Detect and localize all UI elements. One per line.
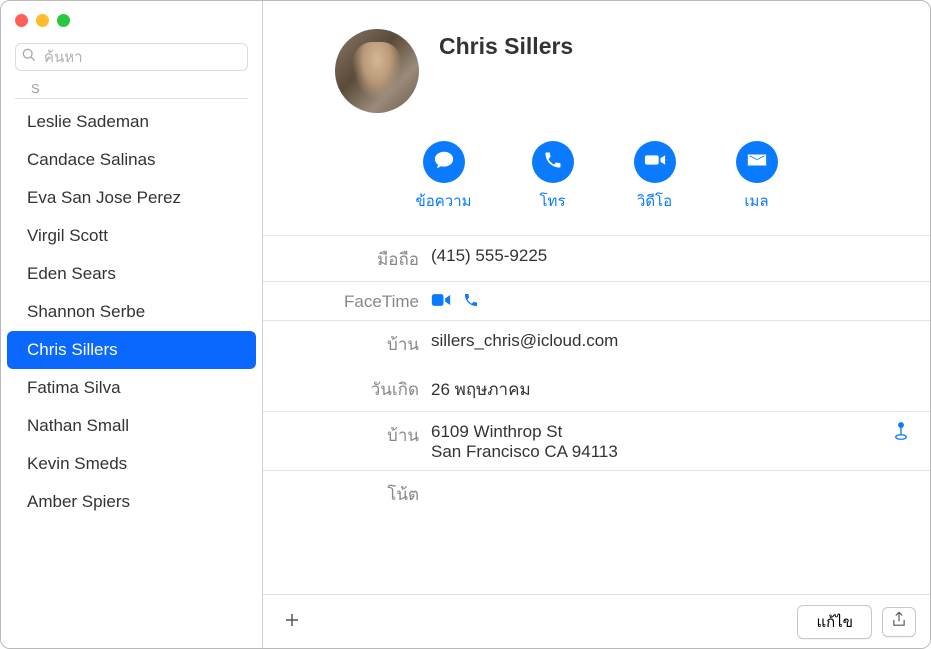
contact-fields: มือถือ (415) 555-9225 FaceTime บ้าน sill… — [263, 235, 930, 516]
footer: แก้ไข — [263, 594, 930, 648]
maximize-button[interactable] — [57, 14, 70, 27]
avatar[interactable] — [335, 29, 419, 113]
footer-right: แก้ไข — [797, 605, 916, 639]
field-address: บ้าน 6109 Winthrop St San Francisco CA 9… — [263, 411, 930, 471]
mail-label: เมล — [744, 189, 768, 213]
field-birthday: วันเกิด 26 พฤษภาคม — [263, 366, 930, 411]
list-item[interactable]: Fatima Silva — [1, 369, 262, 407]
video-label: วิดีโอ — [637, 189, 672, 213]
contact-list[interactable]: Leslie Sademan Candace Salinas Eva San J… — [1, 103, 262, 648]
phone-icon — [543, 150, 563, 174]
mobile-label: มือถือ — [263, 244, 431, 273]
addr-line2: San Francisco CA 94113 — [431, 442, 930, 462]
call-label: โทร — [540, 189, 566, 213]
detail-pane: Chris Sillers ข้อความ โทร — [263, 1, 930, 648]
field-email: บ้าน sillers_chris@icloud.com — [263, 321, 930, 366]
note-value[interactable] — [431, 479, 930, 481]
list-item[interactable]: Candace Salinas — [1, 141, 262, 179]
home-addr-value[interactable]: 6109 Winthrop St San Francisco CA 94113 — [431, 420, 930, 462]
home-addr-label: บ้าน — [263, 420, 431, 449]
call-button[interactable]: โทร — [532, 141, 574, 213]
birthday-label: วันเกิด — [263, 374, 431, 403]
video-button[interactable]: วิดีโอ — [634, 141, 676, 213]
field-facetime: FaceTime — [263, 282, 930, 321]
list-item[interactable]: Virgil Scott — [1, 217, 262, 255]
facetime-icons — [431, 290, 479, 312]
message-icon — [433, 149, 455, 175]
birthday-value: 26 พฤษภาคม — [431, 374, 930, 403]
list-item[interactable]: Amber Spiers — [1, 483, 262, 521]
list-item[interactable]: Eden Sears — [1, 255, 262, 293]
facetime-label: FaceTime — [263, 290, 431, 312]
search-icon — [22, 48, 36, 66]
close-button[interactable] — [15, 14, 28, 27]
add-button[interactable] — [277, 607, 307, 637]
video-icon — [644, 149, 666, 175]
list-item[interactable]: Shannon Serbe — [1, 293, 262, 331]
share-icon — [891, 611, 907, 633]
list-item[interactable]: Kevin Smeds — [1, 445, 262, 483]
field-mobile: มือถือ (415) 555-9225 — [263, 236, 930, 282]
search-box — [15, 43, 248, 71]
message-label: ข้อความ — [415, 189, 471, 213]
plus-icon — [283, 611, 301, 633]
minimize-button[interactable] — [36, 14, 49, 27]
edit-button[interactable]: แก้ไข — [797, 605, 872, 639]
mail-button[interactable]: เมล — [736, 141, 778, 213]
search-input[interactable] — [15, 43, 248, 71]
addr-line1: 6109 Winthrop St — [431, 422, 930, 442]
section-header: S — [15, 79, 248, 99]
home-email-label: บ้าน — [263, 329, 431, 358]
list-item[interactable]: Chris Sillers — [7, 331, 256, 369]
contact-name: Chris Sillers — [439, 33, 573, 60]
action-row: ข้อความ โทร วิดีโอ — [263, 141, 930, 213]
map-pin-icon[interactable] — [892, 420, 910, 446]
list-item[interactable]: Nathan Small — [1, 407, 262, 445]
home-email-value[interactable]: sillers_chris@icloud.com — [431, 329, 930, 351]
facetime-video-icon[interactable] — [431, 292, 451, 312]
detail-header: Chris Sillers — [335, 1, 930, 113]
mobile-value[interactable]: (415) 555-9225 — [431, 244, 930, 266]
field-note: โน้ต — [263, 471, 930, 516]
contacts-window: S Leslie Sademan Candace Salinas Eva San… — [0, 0, 931, 649]
list-item[interactable]: Eva San Jose Perez — [1, 179, 262, 217]
message-button[interactable]: ข้อความ — [415, 141, 471, 213]
mail-icon — [746, 149, 768, 175]
share-button[interactable] — [882, 607, 916, 637]
list-item[interactable]: Leslie Sademan — [1, 103, 262, 141]
sidebar: S Leslie Sademan Candace Salinas Eva San… — [1, 1, 263, 648]
window-titlebar — [1, 1, 262, 39]
note-label: โน้ต — [263, 479, 431, 508]
facetime-audio-icon[interactable] — [463, 292, 479, 312]
